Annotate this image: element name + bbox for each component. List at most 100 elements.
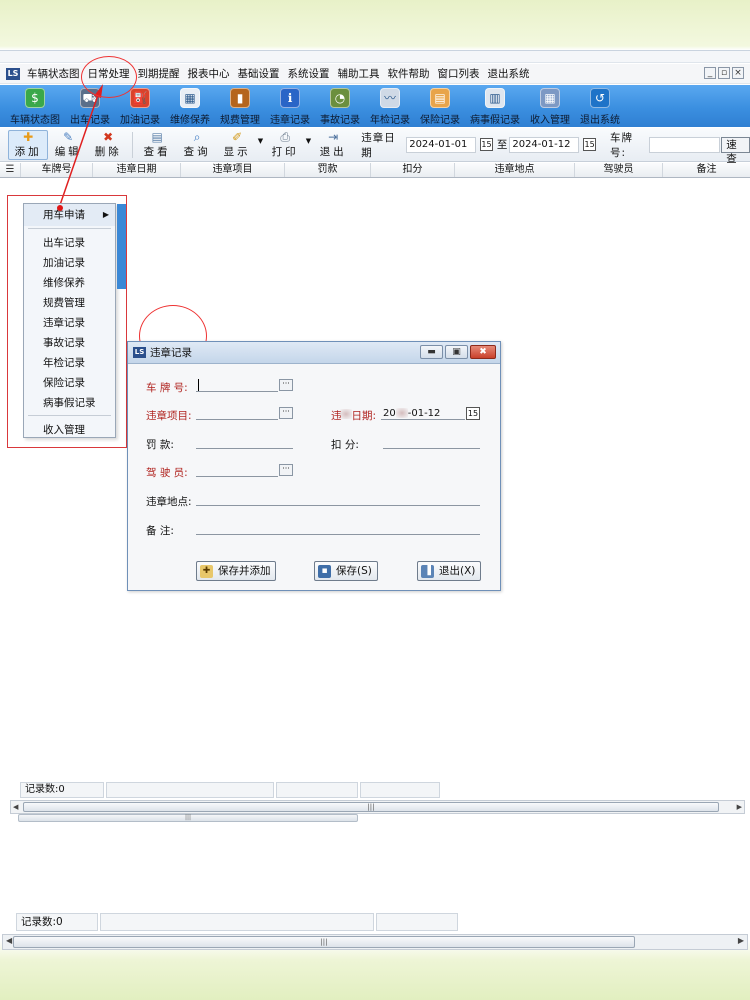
plate-search-input[interactable] [648,136,721,153]
toolbar-button-exit[interactable]: ↺ 退出系统 [580,85,620,126]
minimize-icon[interactable]: _ [704,67,716,79]
query-button[interactable]: ⌕ 查询 [177,130,217,160]
grid-header: ☰ 车牌号 违章日期 违章项目 罚款 扣分 违章地点 驾驶员 备注 [0,163,750,178]
menu-item-inspection[interactable]: 年检记录 [24,353,115,373]
points-field[interactable] [383,435,480,449]
menu-item-vehicle-request[interactable]: 用车申请 ▶ [24,204,115,226]
edit-icon: ✎ [63,129,74,144]
dialog-window-buttons: ▬ ▣ ✖ [420,345,496,359]
scroll-thumb[interactable]: ||| [13,936,635,948]
horizontal-scrollbar[interactable]: ◀ ||| ▶ [10,800,745,814]
calendar-icon[interactable]: 15 [466,407,480,420]
scroll-left-icon[interactable]: ◀ [13,801,18,813]
dialog-titlebar[interactable]: LS 违章记录 ▬ ▣ ✖ [128,342,500,364]
toolbar-button-insurance[interactable]: ▤ 保险记录 [420,85,460,126]
toolbar-button-accident[interactable]: ◔ 事故记录 [320,85,360,126]
toolbar-button-inspection[interactable]: 〰年检记录 [370,85,410,126]
toolbar-label: 年检记录 [370,115,410,126]
col-date[interactable]: 违章日期 [92,163,180,177]
menu-item-insurance[interactable]: 保险记录 [24,373,115,393]
minimize-icon[interactable]: ▬ [420,345,443,359]
display-button[interactable]: ✐ 显示 ▼ [217,130,264,160]
ellipsis-icon[interactable]: ··· [279,407,293,419]
menu-report-center[interactable]: 报表中心 [184,66,234,81]
close-icon[interactable]: × [732,67,744,79]
save-add-icon: ✚ [200,564,213,578]
scroll-left-icon[interactable]: ◀ [6,936,12,945]
menu-item-fee[interactable]: 规费管理 [24,293,115,313]
row-selector-icon[interactable]: ☰ [0,163,20,177]
col-plate[interactable]: 车牌号 [20,163,92,177]
save-and-add-button[interactable]: ✚ 保存并添加 [196,561,276,581]
fuel-icon: ⛽ [130,88,150,108]
violation-item-label: 违章项目: [146,410,192,422]
menu-item-repair[interactable]: 维修保养 [24,273,115,293]
toolbar-button-repair[interactable]: ▦ 维修保养 [170,85,210,126]
col-driver[interactable]: 驾驶员 [574,163,662,177]
menu-item-fuel[interactable]: 加油记录 [24,253,115,273]
repair-icon: ▦ [180,88,200,108]
menu-item-accident[interactable]: 事故记录 [24,333,115,353]
exit-button[interactable]: ▐ 退出(X) [417,561,481,581]
ellipsis-icon[interactable]: ··· [279,379,293,391]
exit-button[interactable]: ⇥ 退出 [313,130,353,160]
delete-button[interactable]: ✖ 删除 [88,130,128,160]
col-location[interactable]: 违章地点 [454,163,574,177]
fast-search-button[interactable]: 速查 [721,136,750,165]
col-points[interactable]: 扣分 [370,163,454,177]
floppy-disk-icon: ▪ [318,564,331,578]
menu-exit-system[interactable]: 退出系统 [484,66,534,81]
exit-icon: ↺ [590,88,610,108]
print-button[interactable]: ⎙ 打印 ▼ [265,130,312,160]
date-from-field[interactable]: 2024-01-01 [406,136,477,153]
toolbar-button-leave[interactable]: ▥ 病事假记录 [470,85,520,126]
location-field[interactable] [196,492,480,506]
app-logo-icon: LS [6,67,20,80]
toolbar-label: 病事假记录 [470,115,520,126]
plate-field[interactable] [196,378,278,392]
toolbar-button-fee[interactable]: ▮ 规费管理 [220,85,260,126]
menu-system-settings[interactable]: 系统设置 [284,66,334,81]
menu-vehicle-status[interactable]: 车辆状态图 [23,66,84,81]
ellipsis-icon[interactable]: ··· [279,464,293,476]
fee-icon: ▮ [230,88,250,108]
menu-basic-settings[interactable]: 基础设置 [234,66,284,81]
status-panel [460,913,744,931]
col-item[interactable]: 违章项目 [180,163,284,177]
toolbar-button-violation[interactable]: ℹ 违章记录 [270,85,310,126]
scroll-right-icon[interactable]: ▶ [738,936,744,945]
maximize-icon[interactable]: ▣ [445,345,468,359]
save-button[interactable]: ▪ 保存(S) [314,561,378,581]
bottom-horizontal-scrollbar[interactable]: ◀ ||| ▶ [2,934,748,950]
menu-item-dispatch[interactable]: 出车记录 [24,233,115,253]
menu-item-violation[interactable]: 违章记录 [24,313,115,333]
driver-field[interactable] [196,463,278,477]
restore-icon[interactable]: ▫ [718,67,730,79]
menu-help[interactable]: 软件帮助 [384,66,434,81]
col-fine[interactable]: 罚款 [284,163,370,177]
vehicle-status-icon: $ [25,88,45,108]
scroll-thumb[interactable]: ||| [23,802,719,812]
menu-tools[interactable]: 辅助工具 [334,66,384,81]
scroll-right-icon[interactable]: ▶ [737,801,742,813]
add-button[interactable]: ✚ 添加 [8,129,49,160]
secondary-scroll-thumb[interactable]: ||| [18,814,358,822]
fine-field[interactable] [196,435,293,449]
toolbar-button-vehicle-status[interactable]: $ 车辆状态图 [10,85,60,126]
menu-window-list[interactable]: 窗口列表 [434,66,484,81]
violation-item-field[interactable] [196,406,278,420]
calendar-icon[interactable]: 15 [480,138,493,151]
menu-item-income[interactable]: 收入管理 [24,420,115,440]
col-remark[interactable]: 备注 [662,163,750,177]
toolbar-button-income[interactable]: ▦ 收入管理 [530,85,570,126]
menu-item-leave[interactable]: 病事假记录 [24,393,115,413]
edit-button[interactable]: ✎ 编辑 [48,130,88,160]
calendar-icon[interactable]: 15 [583,138,596,151]
chevron-down-icon[interactable]: ▼ [258,137,263,145]
chevron-down-icon[interactable]: ▼ [306,137,311,145]
menu-expiry-reminder[interactable]: 到期提醒 [134,66,184,81]
remark-field[interactable] [196,521,480,535]
date-to-field[interactable]: 2024-01-12 [509,136,580,153]
view-button[interactable]: ▤ 查看 [137,130,177,160]
close-icon[interactable]: ✖ [470,345,496,359]
